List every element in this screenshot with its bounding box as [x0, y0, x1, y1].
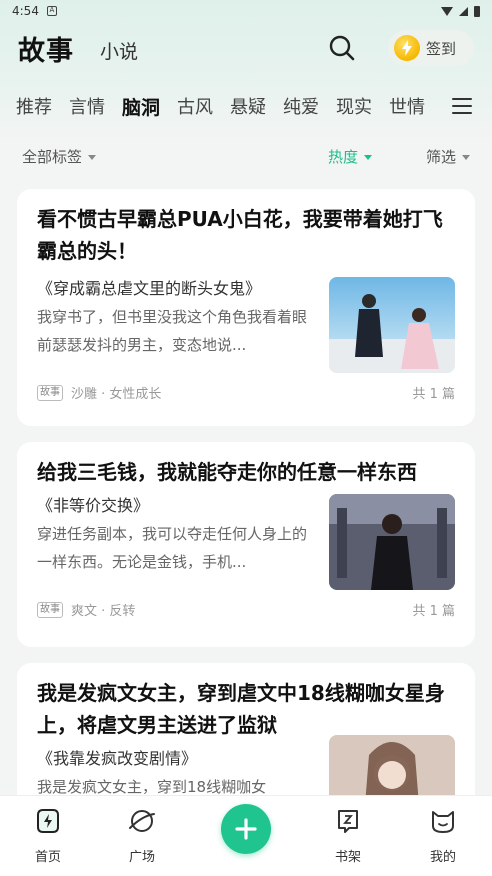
nav-shelf-label: 书架 — [334, 850, 361, 865]
card-book-title: 《非等价交换》 — [37, 496, 150, 515]
category-tab[interactable]: 世情 — [389, 93, 425, 119]
tab-novel[interactable]: 小说 — [100, 37, 138, 64]
sort-hot-filter[interactable]: 热度 — [328, 146, 372, 167]
coin-icon — [394, 35, 420, 61]
top-header: 故事 小说 签到 — [0, 28, 492, 70]
category-tab[interactable]: 古风 — [177, 93, 213, 119]
caret-down-icon — [462, 154, 470, 160]
signal-icon — [459, 6, 468, 16]
battery-icon — [474, 5, 480, 17]
filter-row: 全部标签 热度 筛选 — [0, 142, 492, 170]
bookshelf-icon — [338, 810, 358, 833]
card-description: 穿进任务副本，我可以夺走任何人身上的一样东西。无论是金钱，手机... — [37, 525, 308, 571]
all-tags-label: 全部标签 — [22, 147, 83, 166]
create-button[interactable] — [221, 804, 271, 854]
all-tags-filter[interactable]: 全部标签 — [22, 146, 97, 167]
category-tab[interactable]: 推荐 — [16, 93, 52, 119]
story-badge: 故事 — [37, 601, 63, 618]
category-tabs: 推荐 言情 脑洞 古风 悬疑 纯爱 现实 世情 — [0, 88, 492, 124]
nav-mine-label: 我的 — [429, 850, 456, 865]
screen-filter[interactable]: 筛选 — [426, 146, 470, 167]
story-badge: 故事 — [37, 384, 63, 401]
nav-home[interactable]: 首页 — [18, 806, 78, 865]
card-book-title: 《穿成霸总虐文里的断头女鬼》 — [37, 279, 262, 298]
cat-face-icon — [432, 811, 454, 833]
category-tab[interactable]: 言情 — [69, 93, 105, 119]
card-count: 共 1 篇 — [412, 387, 455, 402]
card-tags: 沙雕 · 女性成长 — [71, 387, 162, 402]
tab-story[interactable]: 故事 — [16, 29, 74, 70]
card-title: 我是发疯文女主，穿到虐文中18线糊咖女星身上，将虐文男主送进了监狱 — [37, 681, 445, 737]
nav-plaza-label: 广场 — [128, 850, 155, 865]
card-title: 给我三毛钱，我就能夺走你的任意一样东西 — [37, 460, 417, 484]
category-tab[interactable]: 现实 — [336, 93, 372, 119]
checkin-button[interactable]: 签到 — [388, 30, 474, 66]
nav-mine[interactable]: 我的 — [413, 806, 473, 865]
search-icon — [329, 35, 355, 61]
planet-icon — [129, 810, 155, 832]
search-button[interactable] — [328, 34, 356, 62]
status-bar: 4:54 A — [0, 0, 492, 22]
checkin-label: 签到 — [426, 39, 457, 58]
card-cover-image — [329, 494, 455, 590]
status-time: 4:54 — [12, 4, 39, 18]
wifi-icon — [441, 6, 453, 16]
card-cover-image — [329, 277, 455, 373]
plus-icon — [235, 818, 257, 840]
menu-icon[interactable] — [452, 98, 472, 114]
card-book-title: 《我靠发疯改变剧情》 — [37, 749, 198, 768]
category-tab-active[interactable]: 脑洞 — [122, 93, 160, 120]
caret-down-icon — [88, 154, 97, 160]
notification-a-icon: A — [46, 6, 57, 16]
card-description: 我穿书了，但书里没我这个角色我看着眼前瑟瑟发抖的男主，变态地说... — [37, 308, 308, 354]
story-card[interactable]: 给我三毛钱，我就能夺走你的任意一样东西 《非等价交换》 穿进任务副本，我可以夺走… — [17, 442, 475, 647]
nav-home-label: 首页 — [34, 850, 61, 865]
caret-down-icon — [363, 154, 372, 160]
card-count: 共 1 篇 — [412, 604, 455, 619]
screen-label: 筛选 — [425, 147, 456, 166]
nav-plaza[interactable]: 广场 — [112, 806, 172, 865]
category-tab[interactable]: 悬疑 — [230, 93, 266, 119]
bottom-navigation: 首页 广场 书架 我的 — [0, 795, 492, 876]
card-tags: 爽文 · 反转 — [71, 604, 136, 619]
sort-label: 热度 — [327, 147, 358, 166]
card-title: 看不惯古早霸总PUA小白花，我要带着她打飞霸总的头！ — [37, 207, 443, 263]
story-card[interactable]: 看不惯古早霸总PUA小白花，我要带着她打飞霸总的头！ 《穿成霸总虐文里的断头女鬼… — [17, 189, 475, 426]
home-icon — [37, 809, 59, 833]
category-tab[interactable]: 纯爱 — [283, 93, 319, 119]
nav-shelf[interactable]: 书架 — [318, 806, 378, 865]
